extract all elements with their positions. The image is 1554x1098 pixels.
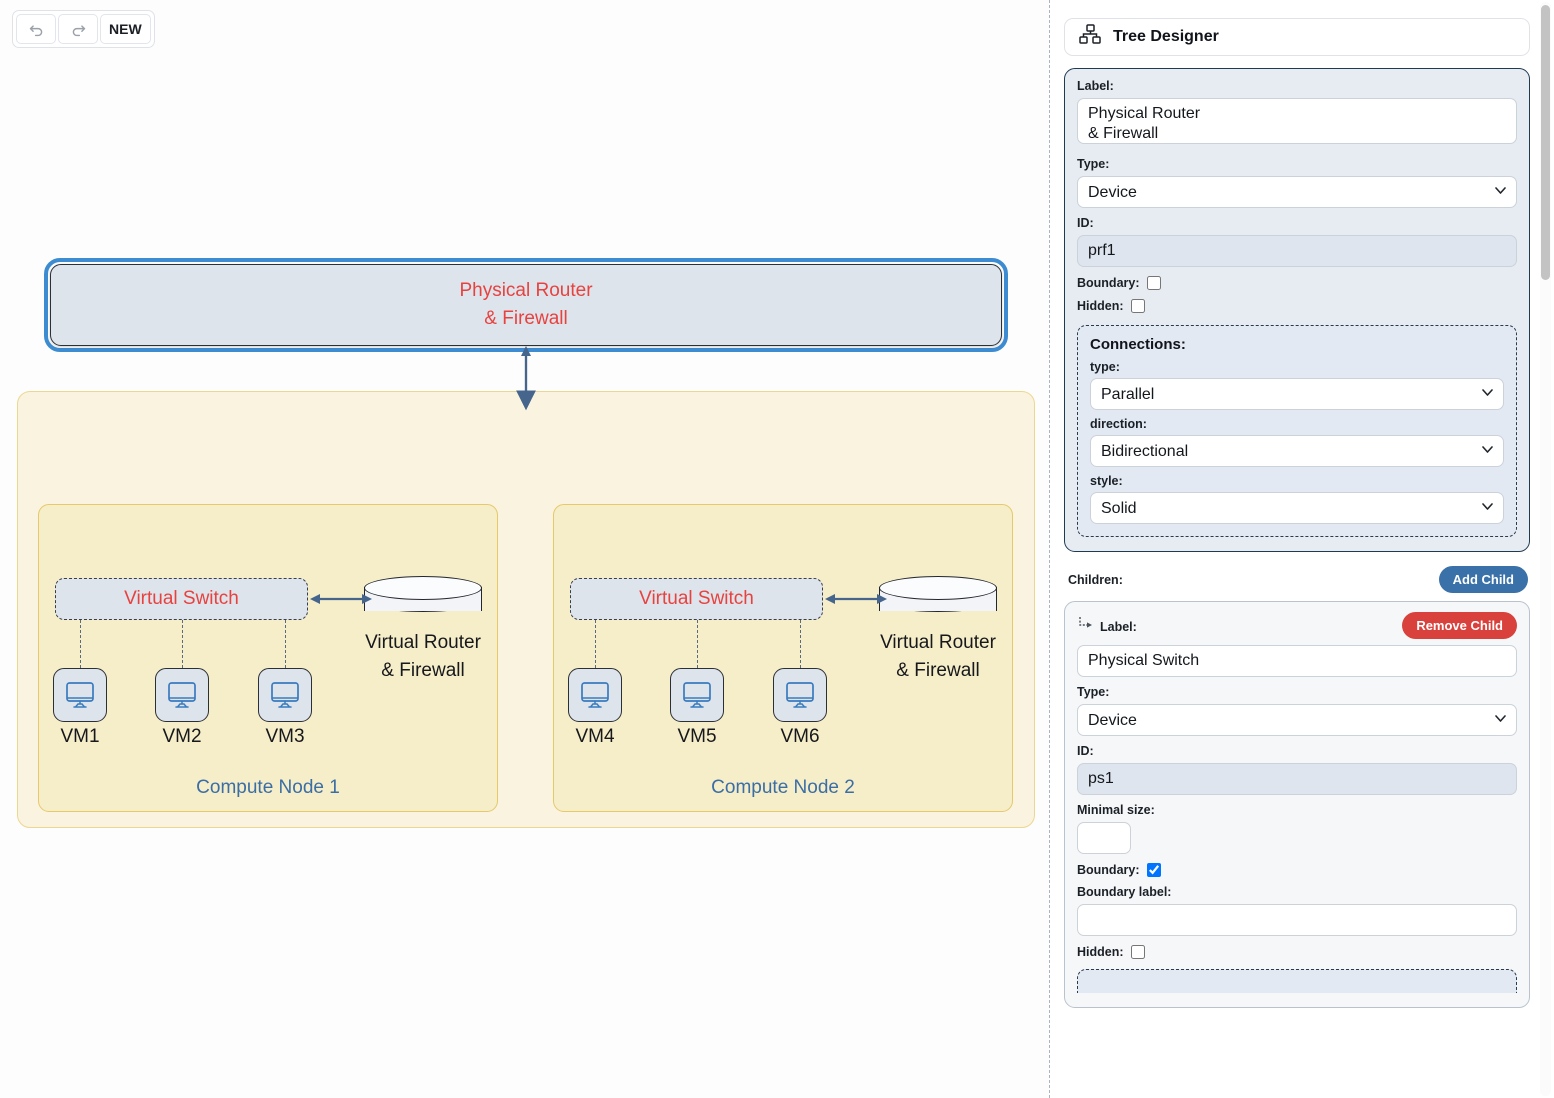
- connection-direction-caption: direction:: [1090, 417, 1147, 431]
- child-id-input[interactable]: [1077, 763, 1517, 795]
- root-node-card: Label: Type: Device ID: Boundary:: [1064, 68, 1530, 552]
- connections-title: Connections:: [1090, 336, 1186, 353]
- node-vm4[interactable]: VM4: [566, 668, 624, 748]
- root-type-select[interactable]: Device: [1077, 176, 1517, 208]
- root-id-caption: ID:: [1077, 216, 1094, 230]
- monitor-icon: [568, 668, 622, 722]
- child-node-card: Label: Remove Child Type: Device ID:: [1064, 601, 1530, 1008]
- node-physical-router-line1: Physical Router: [459, 280, 593, 302]
- node-vm3[interactable]: VM3: [256, 668, 314, 748]
- root-id-input[interactable]: [1077, 235, 1517, 267]
- child-hidden-caption: Hidden:: [1077, 945, 1124, 959]
- vm6-label: VM6: [780, 726, 820, 747]
- root-hidden-checkbox[interactable]: [1130, 299, 1145, 313]
- cylinder-icon: [364, 576, 482, 622]
- child-boundary-label-input[interactable]: [1077, 904, 1517, 936]
- vm5-label: VM5: [677, 726, 717, 747]
- vm4-link: [595, 620, 596, 668]
- panel-title: Tree Designer: [1113, 28, 1219, 45]
- root-boundary-caption: Boundary:: [1077, 276, 1140, 290]
- node-vm6[interactable]: VM6: [771, 668, 829, 748]
- children-header: Children: Add Child: [1068, 566, 1528, 593]
- node-virtual-switch-1[interactable]: Virtual Switch: [55, 578, 308, 620]
- properties-panel: Tree Designer Label: Type: Device ID:: [1050, 0, 1554, 1098]
- vm1-link: [80, 620, 81, 668]
- panel-scrollbar-thumb[interactable]: [1541, 5, 1550, 280]
- child-hidden-checkbox[interactable]: [1130, 945, 1145, 959]
- node-vm1[interactable]: VM1: [51, 668, 109, 748]
- vm4-label: VM4: [575, 726, 615, 747]
- vm3-label: VM3: [265, 726, 305, 747]
- root-connections-section: Connections: type: Parallel direction: B…: [1077, 325, 1517, 537]
- vm6-link: [800, 620, 801, 668]
- panel-header: Tree Designer: [1064, 18, 1530, 56]
- child-label-caption: Label:: [1100, 620, 1137, 634]
- child-boundary-label-caption: Boundary label:: [1077, 885, 1172, 899]
- compute-node-2-label: Compute Node 2: [711, 777, 855, 798]
- network-diagram: Compute Node 1 Compute Node 2 Physical R…: [0, 0, 1049, 900]
- node-virtual-switch-2[interactable]: Virtual Switch: [570, 578, 823, 620]
- monitor-icon: [155, 668, 209, 722]
- children-caption: Children:: [1068, 572, 1123, 587]
- node-virtual-router-2[interactable]: Virtual Router & Firewall: [879, 576, 1013, 684]
- child-label-input[interactable]: [1077, 645, 1517, 677]
- monitor-icon: [258, 668, 312, 722]
- node-vm5[interactable]: VM5: [668, 668, 726, 748]
- root-boundary-checkbox[interactable]: [1146, 276, 1161, 290]
- cylinder-icon: [879, 576, 997, 622]
- connection-type-caption: type:: [1090, 360, 1120, 374]
- virtual-router-2-line1: Virtual Router: [880, 632, 996, 653]
- virtual-router-1-line1: Virtual Router: [365, 632, 481, 653]
- monitor-icon: [670, 668, 724, 722]
- root-type-caption: Type:: [1077, 157, 1110, 171]
- node-vm2[interactable]: VM2: [153, 668, 211, 748]
- virtual-router-1-line2: & Firewall: [381, 659, 465, 681]
- remove-child-button[interactable]: Remove Child: [1402, 612, 1517, 639]
- root-label-input[interactable]: [1077, 98, 1517, 144]
- child-id-caption: ID:: [1077, 744, 1094, 758]
- virtual-router-2-line2: & Firewall: [896, 659, 980, 681]
- nested-child-arrow-icon: [1077, 616, 1093, 635]
- vm5-link: [697, 620, 698, 668]
- child-type-select[interactable]: Device: [1077, 704, 1517, 736]
- child-connections-section: [1077, 969, 1517, 993]
- node-physical-router-line2: & Firewall: [484, 308, 568, 329]
- vm2-label: VM2: [162, 726, 202, 747]
- connection-style-select[interactable]: Solid: [1090, 492, 1504, 524]
- node-physical-router-firewall[interactable]: Physical Router & Firewall: [50, 264, 1002, 346]
- vm1-label: VM1: [60, 726, 100, 747]
- connection-type-select[interactable]: Parallel: [1090, 378, 1504, 410]
- compute-node-1-label: Compute Node 1: [196, 777, 340, 798]
- root-hidden-caption: Hidden:: [1077, 299, 1124, 313]
- connection-direction-select[interactable]: Bidirectional: [1090, 435, 1504, 467]
- vm3-link: [285, 620, 286, 668]
- connection-style-caption: style:: [1090, 474, 1123, 488]
- child-boundary-checkbox[interactable]: [1146, 863, 1161, 877]
- root-label-caption: Label:: [1077, 79, 1114, 93]
- child-boundary-caption: Boundary:: [1077, 863, 1140, 877]
- tree-hierarchy-icon: [1079, 24, 1101, 50]
- child-type-caption: Type:: [1077, 685, 1110, 699]
- node-virtual-router-1[interactable]: Virtual Router & Firewall: [364, 576, 498, 684]
- add-child-button[interactable]: Add Child: [1438, 566, 1528, 593]
- vm2-link: [182, 620, 183, 668]
- monitor-icon: [773, 668, 827, 722]
- child-minimal-size-input[interactable]: [1077, 822, 1131, 854]
- child-minimal-size-caption: Minimal size:: [1077, 803, 1155, 817]
- diagram-canvas[interactable]: NEW Compute Node 1 Compute Node 2 Physic…: [0, 0, 1050, 1098]
- monitor-icon: [53, 668, 107, 722]
